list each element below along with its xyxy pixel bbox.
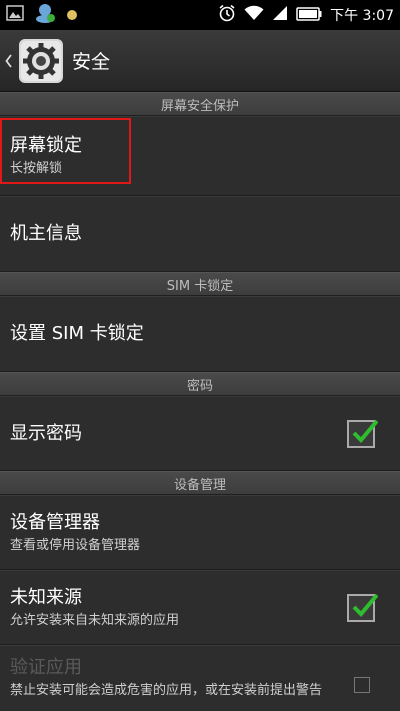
section-header-password: 密码 bbox=[0, 372, 400, 396]
verify-apps-title: 验证应用 bbox=[10, 657, 82, 678]
battery-icon bbox=[296, 6, 322, 25]
status-time: 下午 3:07 bbox=[330, 8, 394, 24]
unknown-sources-title: 未知来源 bbox=[10, 586, 82, 608]
settings-list: 屏幕安全保护 屏幕锁定 长按解锁 机主信息 SIM 卡锁定 设置 SIM 卡锁定… bbox=[0, 92, 400, 711]
section-header-sim-lock: SIM 卡锁定 bbox=[0, 272, 400, 296]
unknown-sources-checkbox[interactable] bbox=[347, 593, 378, 622]
unknown-sources-item[interactable]: 未知来源 允许安装来自未知来源的应用 bbox=[0, 570, 400, 645]
unknown-sources-summary: 允许安装来自未知来源的应用 bbox=[10, 612, 180, 628]
dot-notification-icon bbox=[66, 6, 78, 25]
device-admins-summary: 查看或停用设备管理器 bbox=[10, 537, 141, 553]
highlight-box bbox=[0, 118, 131, 184]
app-notification-icon bbox=[34, 3, 56, 27]
sim-lock-item[interactable]: 设置 SIM 卡锁定 bbox=[0, 296, 400, 372]
device-admins-title: 设备管理器 bbox=[10, 511, 100, 533]
settings-gear-icon[interactable] bbox=[18, 38, 64, 84]
back-chevron-icon[interactable] bbox=[2, 53, 16, 68]
verify-apps-checkbox[interactable] bbox=[354, 677, 370, 693]
show-password-checkbox[interactable] bbox=[347, 419, 378, 448]
status-bar: 下午 3:07 bbox=[0, 0, 400, 30]
image-notification-icon bbox=[6, 5, 24, 25]
wifi-icon bbox=[244, 5, 264, 25]
show-password-item[interactable]: 显示密码 bbox=[0, 396, 400, 471]
alarm-icon bbox=[218, 4, 236, 26]
verify-apps-item[interactable]: 验证应用 禁止安装可能会造成危害的应用，或在安装前提出警告 bbox=[0, 645, 400, 711]
device-admins-item[interactable]: 设备管理器 查看或停用设备管理器 bbox=[0, 495, 400, 570]
verify-apps-summary: 禁止安装可能会造成危害的应用，或在安装前提出警告 bbox=[10, 683, 323, 698]
section-header-device-admin: 设备管理 bbox=[0, 471, 400, 495]
show-password-title: 显示密码 bbox=[10, 422, 82, 444]
owner-info-title: 机主信息 bbox=[10, 223, 82, 244]
signal-icon bbox=[272, 5, 288, 25]
owner-info-item[interactable]: 机主信息 bbox=[0, 196, 400, 272]
sim-lock-title: 设置 SIM 卡锁定 bbox=[10, 323, 144, 344]
screen-lock-item[interactable]: 屏幕锁定 长按解锁 bbox=[0, 116, 400, 196]
section-header-screen-security: 屏幕安全保护 bbox=[0, 92, 400, 116]
action-bar: 安全 bbox=[0, 30, 400, 92]
page-title: 安全 bbox=[72, 51, 111, 73]
